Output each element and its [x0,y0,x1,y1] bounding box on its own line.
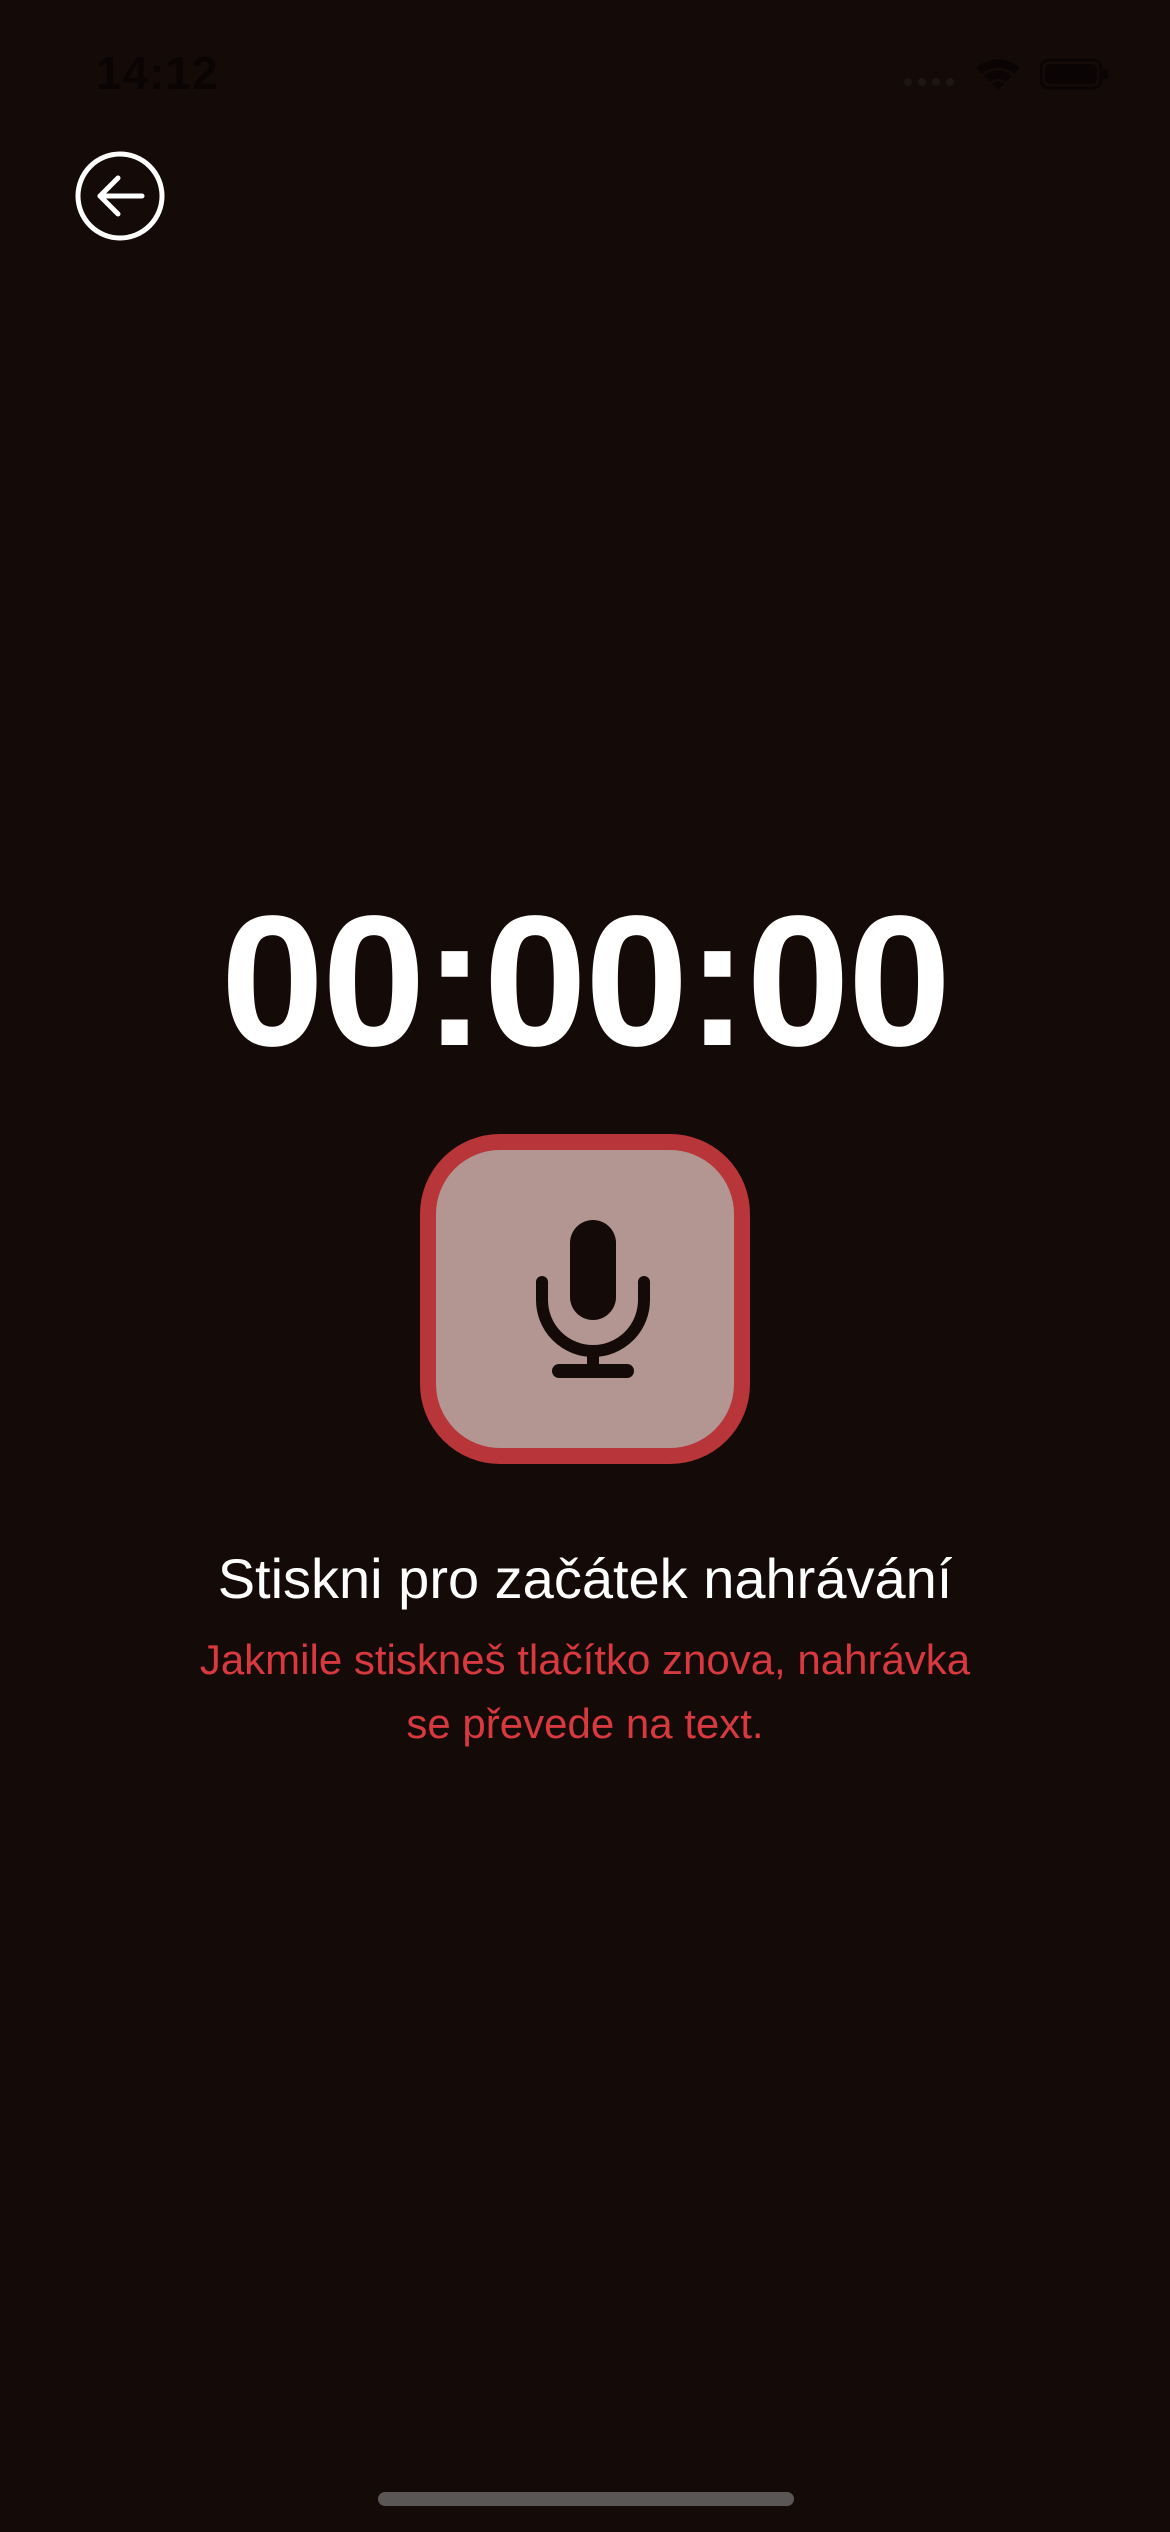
wifi-icon [972,54,1024,94]
back-button[interactable] [74,150,166,242]
status-bar: 14:12 [0,0,1170,150]
arrow-left-circle-icon [74,150,166,242]
microphone-icon [534,1220,652,1380]
status-time: 14:12 [96,47,219,99]
cellular-signal-icon [900,60,970,90]
hint-text: Jakmile stiskneš tlačítko znova, nahrávk… [199,1636,971,1747]
home-indicator [378,2492,794,2506]
record-button[interactable] [420,1134,750,1464]
battery-icon [1039,58,1110,90]
recording-timer: 00:00:00 [220,878,952,1085]
instruction-text: Stiskni pro začátek nahrávání [217,1547,953,1610]
